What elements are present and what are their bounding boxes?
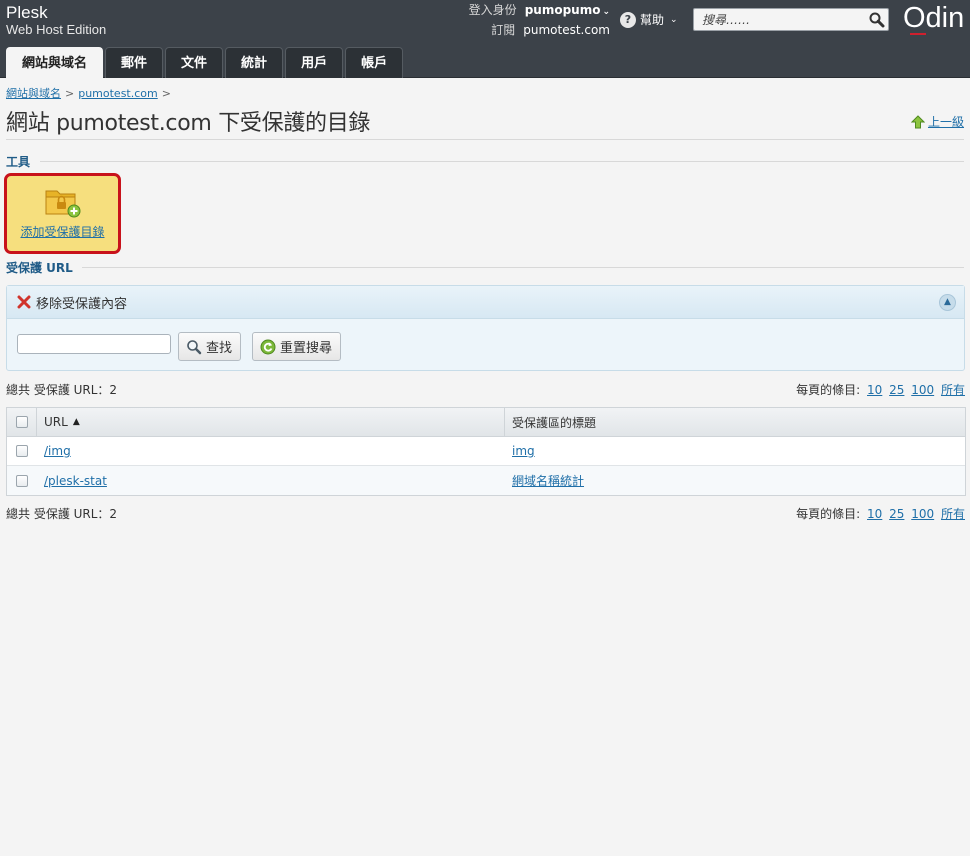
remove-icon <box>17 295 31 309</box>
breadcrumb-separator: > <box>65 87 75 100</box>
subscription-value: pumotest.com <box>523 23 610 37</box>
brand: Plesk Web Host Edition <box>6 3 106 37</box>
breadcrumb-item-domain[interactable]: pumotest.com <box>78 87 158 100</box>
tools-section-label: 工具 <box>6 155 31 169</box>
up-level-link[interactable]: 上一級 <box>910 113 964 130</box>
divider <box>6 139 964 140</box>
row-select-cell <box>7 466 37 495</box>
login-row[interactable]: 登入身份 pumopumo ⌄ <box>440 1 610 21</box>
per-page-option-all[interactable]: 所有 <box>941 383 965 397</box>
odin-logo: Odin <box>903 2 965 35</box>
chevron-down-icon: ⌄ <box>670 14 678 25</box>
search-box <box>693 8 889 31</box>
help-icon: ? <box>620 11 636 28</box>
subscription-row: 訂閱 pumotest.com <box>440 21 610 39</box>
tab-websites-domains[interactable]: 網站與域名 <box>6 47 104 78</box>
url-link[interactable]: /img <box>44 444 71 458</box>
top-header: Plesk Web Host Edition 登入身份 pumopumo ⌄ 訂閱… <box>0 0 970 78</box>
help-label: 幫助 <box>640 13 665 27</box>
column-header-title[interactable]: 受保護區的標題 <box>505 408 965 436</box>
tab-account[interactable]: 帳戶 <box>345 47 404 78</box>
select-all-cell <box>7 408 37 436</box>
login-user[interactable]: pumopumo ⌄ <box>525 1 610 21</box>
reset-search-button[interactable]: 重置搜尋 <box>252 332 342 361</box>
divider <box>82 267 964 268</box>
per-page-selector: 每頁的條目: 10 25 100 所有 <box>796 381 965 398</box>
tab-users[interactable]: 用戶 <box>285 47 344 78</box>
url-cell: /plesk-stat <box>37 466 505 495</box>
find-label: 查找 <box>206 341 233 356</box>
reset-search-label: 重置搜尋 <box>280 341 333 356</box>
url-cell: /img <box>37 437 505 465</box>
row-checkbox[interactable] <box>15 474 28 487</box>
table-header: URL ▲ 受保護區的標題 <box>7 408 965 437</box>
total-count: 總共 受保護 URL：2 <box>6 383 118 397</box>
title-link[interactable]: 網域名稱統計 <box>512 472 584 489</box>
add-protected-directory-label: 添加受保護目錄 <box>20 225 105 239</box>
title-link[interactable]: img <box>512 444 535 458</box>
per-page-option-25[interactable]: 25 <box>889 507 904 521</box>
title-cell: 網域名稱統計 <box>505 466 965 495</box>
reset-icon <box>260 339 276 354</box>
breadcrumb: 網站與域名 > pumotest.com > <box>6 85 175 101</box>
page-title: 網站 pumotest.com 下受保護的目錄 <box>6 111 371 136</box>
per-page-selector-bottom: 每頁的條目: 10 25 100 所有 <box>796 505 965 522</box>
tab-mail[interactable]: 郵件 <box>105 47 164 78</box>
per-page-option-10[interactable]: 10 <box>867 507 882 521</box>
select-all-checkbox[interactable] <box>15 416 28 428</box>
find-button[interactable]: 查找 <box>178 332 242 361</box>
filter-panel: 移除受保護內容 ▲ 查找 重置搜尋 <box>6 285 965 371</box>
table-row: /plesk-stat 網域名稱統計 <box>7 466 965 495</box>
brand-name: Plesk <box>6 3 48 22</box>
breadcrumb-separator: > <box>161 87 171 100</box>
remove-protection-button[interactable]: 移除受保護內容 <box>36 293 127 312</box>
logo-accent <box>910 33 926 35</box>
tab-statistics[interactable]: 統計 <box>225 47 284 78</box>
per-page-label: 每頁的條目: <box>796 383 861 397</box>
url-link[interactable]: /plesk-stat <box>44 474 107 488</box>
filter-input[interactable] <box>17 334 171 354</box>
up-level-label[interactable]: 上一級 <box>928 113 964 130</box>
login-label: 登入身份 <box>468 3 517 17</box>
protected-urls-table: URL ▲ 受保護區的標題 /img img /plesk-stat 網域名稱統計 <box>6 407 966 496</box>
per-page-option-100[interactable]: 100 <box>911 507 934 521</box>
per-page-label: 每頁的條目: <box>796 507 861 521</box>
tab-files[interactable]: 文件 <box>165 47 224 78</box>
collapse-icon[interactable]: ▲ <box>939 294 956 311</box>
table-row: /img img <box>7 437 965 466</box>
account-info: 登入身份 pumopumo ⌄ 訂閱 pumotest.com <box>440 1 610 39</box>
sort-ascending-icon: ▲ <box>72 417 80 427</box>
chevron-down-icon: ⌄ <box>602 7 610 17</box>
row-select-cell <box>7 437 37 465</box>
magnifier-icon <box>187 339 202 354</box>
subscription-label: 訂閱 <box>491 23 516 37</box>
search-input[interactable] <box>694 9 859 30</box>
protected-folder-add-icon <box>45 190 81 218</box>
total-count-bottom: 總共 受保護 URL：2 <box>6 507 118 521</box>
up-arrow-icon <box>910 114 925 128</box>
add-protected-directory-button[interactable]: 添加受保護目錄 <box>4 173 121 254</box>
column-header-url[interactable]: URL ▲ <box>37 408 505 436</box>
per-page-option-10[interactable]: 10 <box>867 383 882 397</box>
protected-urls-section-label: 受保護 URL <box>6 261 73 275</box>
per-page-option-100[interactable]: 100 <box>911 383 934 397</box>
search-icon[interactable] <box>868 11 885 28</box>
divider <box>40 161 964 162</box>
per-page-option-25[interactable]: 25 <box>889 383 904 397</box>
help-menu[interactable]: ? 幫助 ⌄ <box>620 11 678 28</box>
title-cell: img <box>505 437 965 465</box>
main-tabs: 網站與域名 郵件 文件 統計 用戶 帳戶 <box>6 47 404 78</box>
row-checkbox[interactable] <box>15 445 28 457</box>
brand-edition: Web Host Edition <box>6 22 107 37</box>
breadcrumb-item-websites[interactable]: 網站與域名 <box>6 87 61 100</box>
action-bar: 移除受保護內容 <box>7 286 964 319</box>
per-page-option-all[interactable]: 所有 <box>941 507 965 521</box>
